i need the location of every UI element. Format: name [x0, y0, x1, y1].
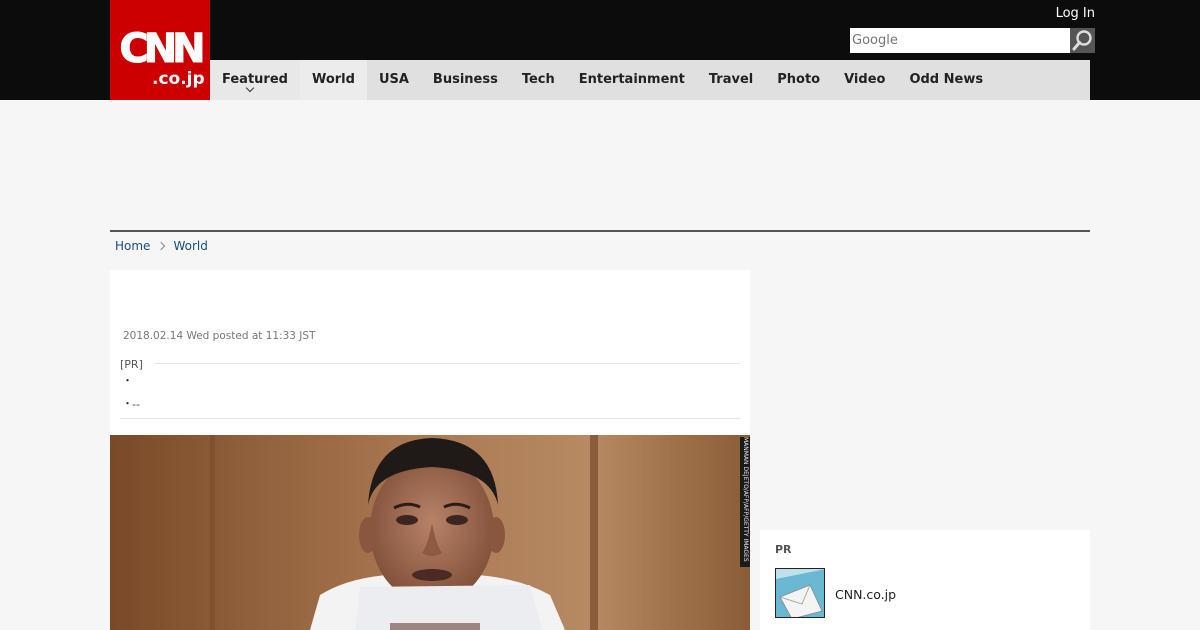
login-link[interactable]: Log In: [1056, 6, 1095, 22]
article-photo: MANMAN DEJETO/AFP/AFP/GETTY IMAGES: [110, 435, 750, 630]
search-input[interactable]: [850, 28, 1070, 53]
nav-travel[interactable]: Travel: [697, 60, 765, 100]
breadcrumb-world[interactable]: World: [173, 238, 207, 254]
post-timestamp: 2018.02.14 Wed posted at 11:33 JST: [123, 330, 316, 342]
pr-link[interactable]: --: [132, 398, 140, 412]
nav-featured-label: Featured: [222, 72, 288, 87]
nav-world[interactable]: World: [299, 60, 367, 100]
sidebar-pr-box: PR CNN.co.jp: [760, 530, 1090, 630]
logo-text: CNN: [119, 26, 206, 72]
logo-domain: .co.jp: [152, 69, 205, 89]
envelope-icon: [776, 569, 824, 617]
nav-usa[interactable]: USA: [367, 60, 421, 100]
section-divider: [110, 230, 1090, 232]
nav-business[interactable]: Business: [421, 60, 510, 100]
article-card: 2018.02.14 Wed posted at 11:33 JST [PR] …: [110, 270, 750, 630]
nav-entertainment[interactable]: Entertainment: [567, 60, 697, 100]
search-icon: [1072, 30, 1092, 51]
search-button[interactable]: [1070, 28, 1095, 53]
pr-divider: [154, 363, 740, 364]
breadcrumb: Home World: [115, 238, 208, 254]
sidebar-item-text[interactable]: CNN.co.jp: [835, 587, 896, 603]
photo-credit: MANMAN DEJETO/AFP/AFP/GETTY IMAGES: [740, 437, 750, 567]
sidebar-thumbnail[interactable]: [775, 568, 825, 618]
top-bar: CNN .co.jp Log In Featured World USA Bus…: [0, 0, 1200, 100]
chevron-right-icon: [157, 241, 166, 251]
nav-video[interactable]: Video: [832, 60, 897, 100]
cnn-logo[interactable]: CNN .co.jp: [110, 0, 210, 100]
photo-illustration: [110, 435, 750, 630]
main-nav: Featured World USA Business Tech Enterta…: [210, 60, 1090, 100]
pr-bullet-1: ・: [122, 374, 133, 387]
pr-bottom-divider: [120, 418, 740, 419]
nav-odd-news[interactable]: Odd News: [897, 60, 995, 100]
nav-photo[interactable]: Photo: [765, 60, 832, 100]
sidebar-pr-title: PR: [775, 543, 792, 556]
nav-tech[interactable]: Tech: [510, 60, 567, 100]
pr-label: [PR]: [120, 358, 143, 371]
nav-featured[interactable]: Featured: [210, 60, 300, 100]
breadcrumb-home[interactable]: Home: [115, 238, 150, 254]
